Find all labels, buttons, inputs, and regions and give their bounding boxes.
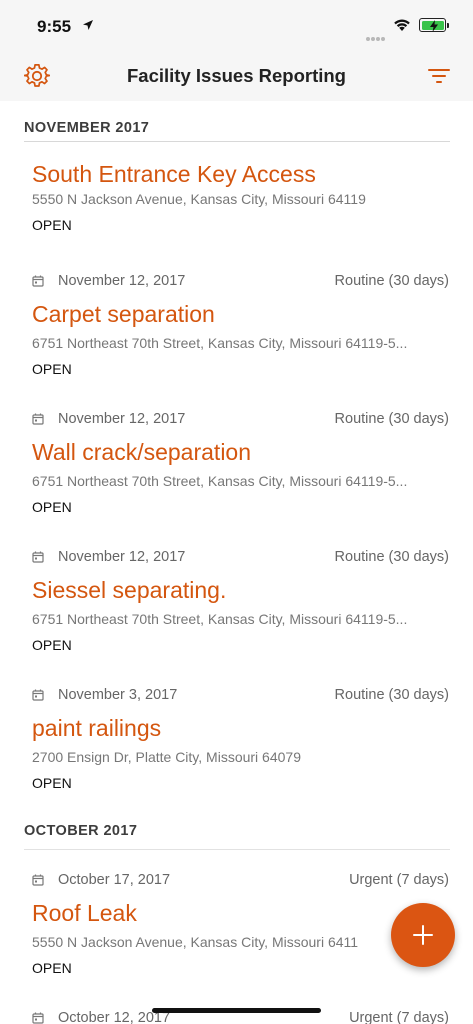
page-title: Facility Issues Reporting <box>127 65 346 86</box>
issue-date: November 12, 2017 <box>58 411 186 427</box>
issue-priority: Routine (30 days) <box>334 687 449 703</box>
issue-title: Siessel separating. <box>32 577 227 603</box>
issue-item[interactable]: November 12, 2017 Routine (30 days) Carp… <box>0 271 473 381</box>
calendar-icon <box>32 874 44 886</box>
issue-priority: Routine (30 days) <box>334 273 449 289</box>
issue-meta: October 17, 2017 Urgent (7 days) <box>32 870 449 890</box>
issue-status: OPEN <box>32 637 72 653</box>
issue-meta: November 12, 2017 Routine (30 days) <box>32 547 449 567</box>
issue-title: Carpet separation <box>32 301 215 327</box>
issue-date: November 12, 2017 <box>58 273 186 289</box>
issue-title: South Entrance Key Access <box>32 161 316 187</box>
issue-status: OPEN <box>32 361 72 377</box>
issue-item[interactable]: November 12, 2017 Routine (30 days) Wall… <box>0 409 473 519</box>
location-arrow-icon <box>83 20 93 30</box>
calendar-icon <box>32 275 44 287</box>
battery-tip <box>447 23 449 28</box>
issue-priority: Urgent (7 days) <box>349 872 449 888</box>
issue-date: November 3, 2017 <box>58 687 178 703</box>
status-time: 9:55 <box>37 17 72 36</box>
filter-icon[interactable] <box>428 67 450 85</box>
navigation-bar: Facility Issues Reporting <box>0 50 473 101</box>
status-bar: 9:55 <box>0 0 473 50</box>
battery-icon <box>419 18 446 32</box>
plus-icon <box>413 925 433 945</box>
home-indicator[interactable] <box>152 1008 321 1013</box>
issue-address: 5550 N Jackson Avenue, Kansas City, Miss… <box>32 191 366 207</box>
calendar-icon <box>32 413 44 425</box>
issue-title: paint railings <box>32 715 162 741</box>
add-issue-button[interactable] <box>391 903 455 967</box>
issue-title: Wall crack/separation <box>32 439 252 465</box>
calendar-icon <box>32 689 44 701</box>
issue-address: 6751 Northeast 70th Street, Kansas City,… <box>32 335 408 351</box>
section-header-october-2017: OCTOBER 2017 <box>24 823 138 839</box>
issue-title: Roof Leak <box>32 900 137 926</box>
cellular-signal-icon <box>366 28 386 46</box>
calendar-icon <box>32 1012 44 1024</box>
issue-status: OPEN <box>32 960 72 976</box>
issue-status: OPEN <box>32 217 72 233</box>
issue-status: OPEN <box>32 499 72 515</box>
issue-date: October 17, 2017 <box>58 872 171 888</box>
issue-meta: November 3, 2017 Routine (30 days) <box>32 685 449 705</box>
issue-address: 6751 Northeast 70th Street, Kansas City,… <box>32 611 408 627</box>
issue-item[interactable]: November 12, 2017 Routine (30 days) Sies… <box>0 547 473 657</box>
issue-item[interactable]: South Entrance Key Access 5550 N Jackson… <box>0 131 473 243</box>
issue-address: 2700 Ensign Dr, Platte City, Missouri 64… <box>32 749 301 765</box>
issue-item[interactable]: November 3, 2017 Routine (30 days) paint… <box>0 685 473 795</box>
section-divider <box>24 141 450 142</box>
calendar-icon <box>32 551 44 563</box>
issue-priority: Routine (30 days) <box>334 411 449 427</box>
issue-address: 6751 Northeast 70th Street, Kansas City,… <box>32 473 408 489</box>
wifi-icon <box>394 19 410 31</box>
issue-meta: November 12, 2017 Routine (30 days) <box>32 409 449 429</box>
issue-status: OPEN <box>32 775 72 791</box>
issue-date: November 12, 2017 <box>58 549 186 565</box>
issue-priority: Urgent (7 days) <box>349 1010 449 1024</box>
issues-list[interactable]: NOVEMBER 2017 South Entrance Key Access … <box>0 101 473 1024</box>
issue-address: 5550 N Jackson Avenue, Kansas City, Miss… <box>32 934 359 950</box>
issue-meta: November 12, 2017 Routine (30 days) <box>32 271 449 291</box>
section-divider <box>24 849 450 850</box>
issue-priority: Routine (30 days) <box>334 549 449 565</box>
